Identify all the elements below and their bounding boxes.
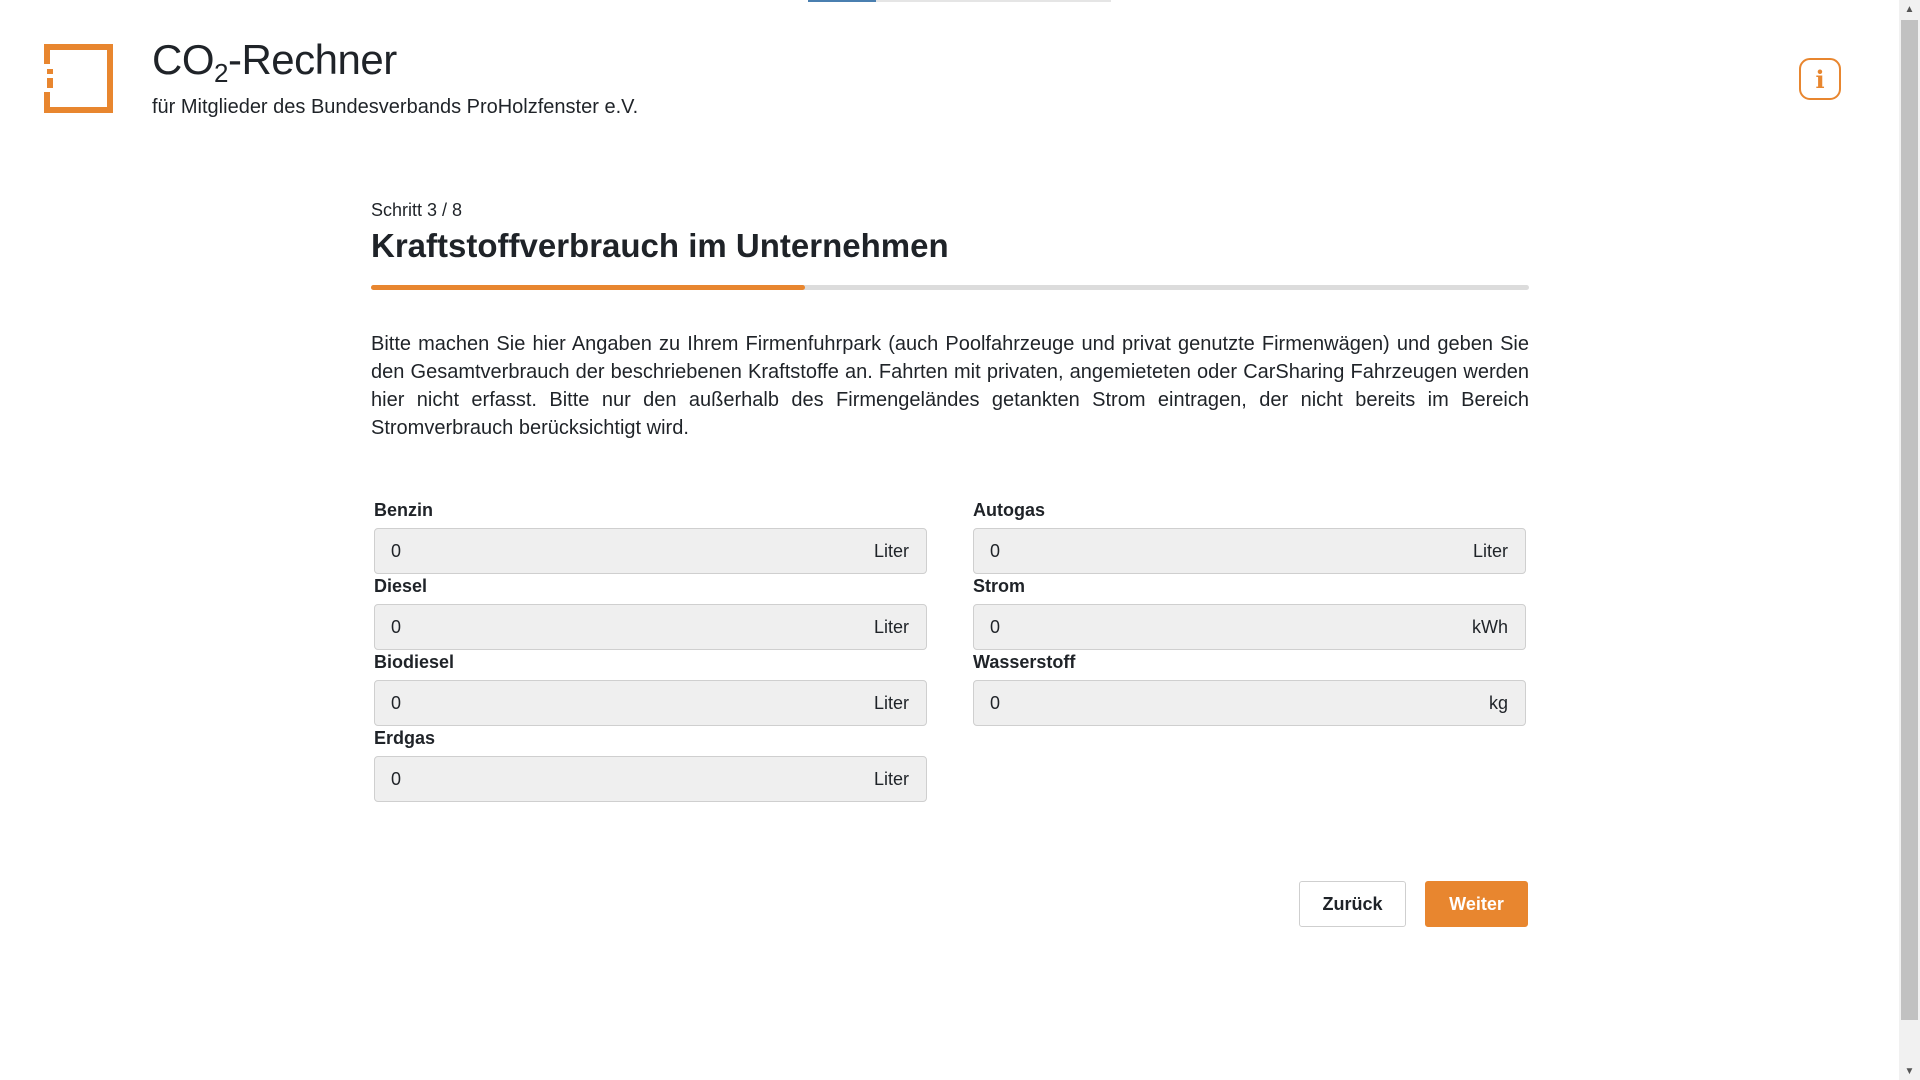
diesel-input-group: Liter [374, 604, 927, 650]
field-label: Wasserstoff [973, 652, 1076, 672]
back-button[interactable]: Zurück [1299, 881, 1406, 927]
vertical-scrollbar[interactable]: ▲ ▼ [1899, 0, 1920, 1080]
diesel-input[interactable] [375, 605, 926, 649]
field-label: Autogas [973, 500, 1045, 520]
logo-icon [44, 44, 113, 113]
step-progress-fill [371, 285, 806, 290]
top-progress-fill [808, 0, 877, 2]
field-autogas: Autogas Liter [973, 500, 1526, 574]
unit-label: kWh [1472, 617, 1508, 637]
app-subtitle: für Mitglieder des Bundesverbands ProHol… [152, 96, 639, 118]
info-button[interactable]: i [1799, 58, 1841, 100]
benzin-input-group: Liter [374, 528, 927, 574]
info-icon: i [1815, 64, 1825, 94]
next-button[interactable]: Weiter [1425, 881, 1528, 927]
erdgas-input-group: Liter [374, 756, 927, 802]
intro-text: Bitte machen Sie hier Angaben zu Ihrem F… [371, 333, 1529, 439]
erdgas-input[interactable] [375, 757, 926, 801]
step-label: Schritt 3 / 8 [371, 200, 463, 220]
benzin-input[interactable] [375, 529, 926, 573]
autogas-input-group: Liter [973, 528, 1526, 574]
top-progress-strip [808, 0, 1111, 2]
field-label: Biodiesel [374, 652, 455, 672]
biodiesel-input-group: Liter [374, 680, 927, 726]
wasserstoff-input-group: kg [973, 680, 1526, 726]
strom-input[interactable] [974, 605, 1525, 649]
wasserstoff-input[interactable] [974, 681, 1525, 725]
biodiesel-input[interactable] [375, 681, 926, 725]
step-progress-bar [371, 285, 1529, 290]
field-strom: Strom kWh [973, 576, 1526, 650]
field-label: Diesel [374, 576, 428, 596]
unit-label: Liter [873, 541, 909, 561]
unit-label: Liter [1472, 541, 1508, 561]
scroll-down-arrow-icon[interactable]: ▼ [1899, 1062, 1920, 1080]
field-label: Erdgas [374, 728, 436, 748]
unit-label: Liter [873, 769, 909, 789]
autogas-input[interactable] [974, 529, 1525, 573]
field-label: Strom [973, 576, 1026, 596]
app-title: CO2-Rechner [152, 36, 397, 88]
strom-input-group: kWh [973, 604, 1526, 650]
unit-label: Liter [873, 693, 909, 713]
unit-label: kg [1488, 693, 1508, 713]
field-erdgas: Erdgas Liter [374, 728, 927, 802]
field-diesel: Diesel Liter [374, 576, 927, 650]
scroll-thumb[interactable] [1901, 20, 1918, 1020]
field-label: Benzin [374, 500, 434, 520]
field-benzin: Benzin Liter [374, 500, 927, 574]
step-content: Schritt 3 / 8 Kraftstoffverbrauch im Unt… [371, 200, 1529, 802]
page-title: Kraftstoffverbrauch im Unternehmen [371, 227, 949, 264]
field-wasserstoff: Wasserstoff kg [973, 652, 1526, 726]
unit-label: Liter [873, 617, 909, 637]
field-biodiesel: Biodiesel Liter [374, 652, 927, 726]
scroll-up-arrow-icon[interactable]: ▲ [1899, 0, 1920, 18]
